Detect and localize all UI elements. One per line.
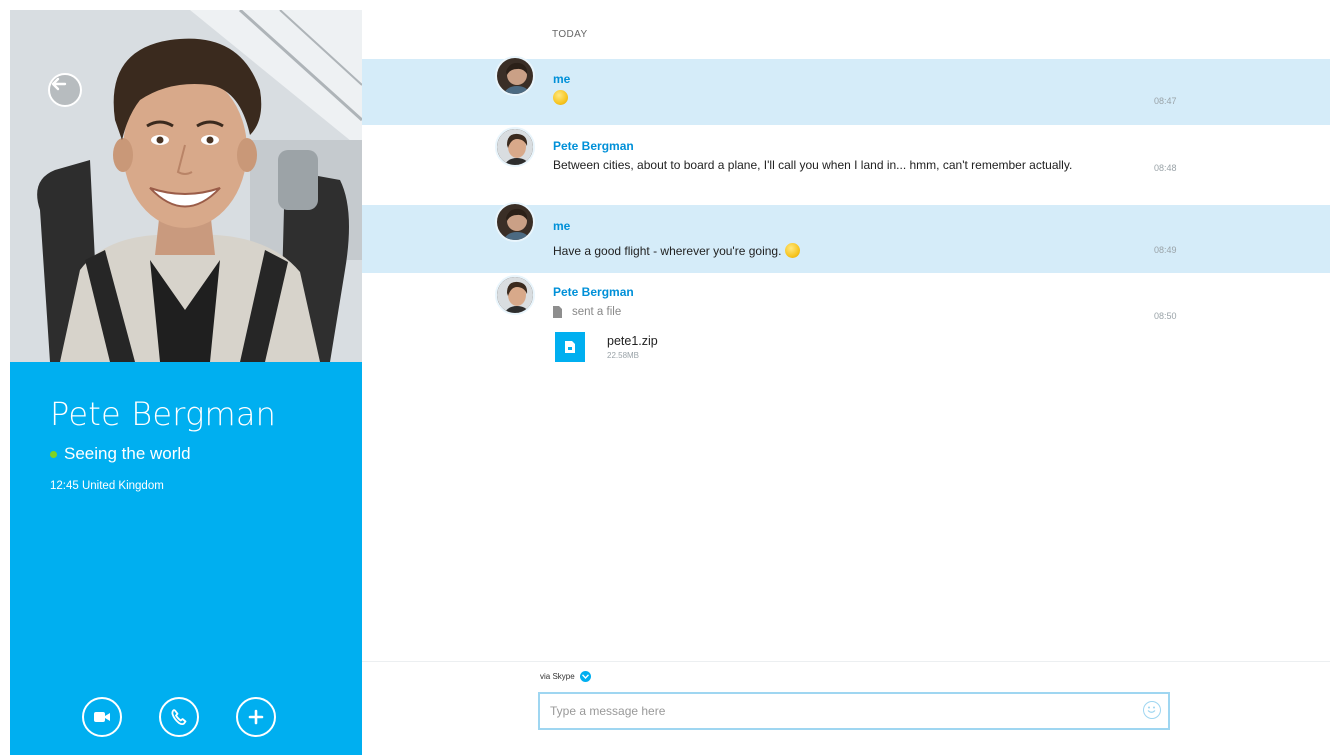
- emoticon-button[interactable]: [1143, 701, 1161, 719]
- file-size: 22.58MB: [607, 351, 640, 360]
- chevron-down-icon: [581, 674, 589, 679]
- video-call-icon: [94, 712, 110, 722]
- message-time: 08:49: [1154, 245, 1177, 255]
- avatar: [495, 56, 535, 96]
- contact-info: Pete Bergman Seeing the world 12:45 Unit…: [10, 362, 362, 755]
- file-notice: sent a file: [553, 306, 621, 318]
- online-status-icon: [50, 450, 57, 458]
- grin-emoticon-icon: [784, 243, 800, 258]
- smile-emoticon-icon: [553, 90, 568, 105]
- composer-divider: [362, 661, 1330, 662]
- voice-call-button[interactable]: [159, 697, 199, 737]
- message-text: Have a good flight - wherever you're goi…: [553, 243, 1123, 260]
- message-item: me 08:47: [362, 56, 1330, 125]
- avatar: [495, 275, 535, 315]
- file-icon: [553, 306, 562, 318]
- via-selector: via Skype: [540, 671, 591, 682]
- message-time: 08:47: [1154, 96, 1177, 106]
- file-notice-text: sent a file: [572, 306, 622, 318]
- contact-name: Pete Bergman: [50, 395, 277, 433]
- message-item: Pete Bergman sent a file 08:50 pete1.zip…: [362, 273, 1330, 383]
- message-input[interactable]: [540, 694, 1130, 728]
- smiley-icon: [1147, 706, 1156, 713]
- via-dropdown-button[interactable]: [579, 671, 591, 682]
- via-label: via Skype: [540, 672, 575, 681]
- message-input-box: [538, 692, 1170, 730]
- back-button[interactable]: [48, 73, 82, 107]
- message-sender: Pete Bergman: [553, 285, 634, 299]
- contact-mood: Seeing the world: [50, 444, 191, 464]
- contact-panel: Pete Bergman Seeing the world 12:45 Unit…: [10, 10, 362, 755]
- contact-portrait: [10, 10, 362, 362]
- message-text: [553, 90, 1123, 107]
- video-call-button[interactable]: [82, 697, 122, 737]
- back-arrow-icon: [51, 77, 67, 91]
- message-item: me Have a good flight - wherever you're …: [362, 202, 1330, 273]
- avatar: [495, 202, 535, 242]
- message-item: Pete Bergman Between cities, about to bo…: [362, 125, 1330, 205]
- message-time: 08:48: [1154, 163, 1177, 173]
- plus-icon: [248, 709, 264, 725]
- call-actions: [82, 697, 276, 737]
- add-button[interactable]: [236, 697, 276, 737]
- file-type-icon: [555, 332, 585, 362]
- mood-text: Seeing the world: [64, 444, 191, 463]
- message-sender: me: [553, 219, 571, 233]
- message-text: Between cities, about to board a plane, …: [553, 158, 1073, 172]
- message-text-content: Have a good flight - wherever you're goi…: [553, 244, 782, 258]
- contact-local-time: 12:45 United Kingdom: [50, 480, 164, 492]
- day-separator: TODAY: [552, 29, 588, 40]
- contact-photo: [10, 10, 362, 362]
- message-time: 08:50: [1154, 311, 1177, 321]
- message-sender: me: [553, 72, 571, 86]
- phone-icon: [171, 709, 187, 726]
- message-sender: Pete Bergman: [553, 139, 634, 153]
- file-attachment[interactable]: pete1.zip 22.58MB: [555, 332, 658, 362]
- avatar: [495, 127, 535, 167]
- file-name: pete1.zip: [607, 334, 658, 348]
